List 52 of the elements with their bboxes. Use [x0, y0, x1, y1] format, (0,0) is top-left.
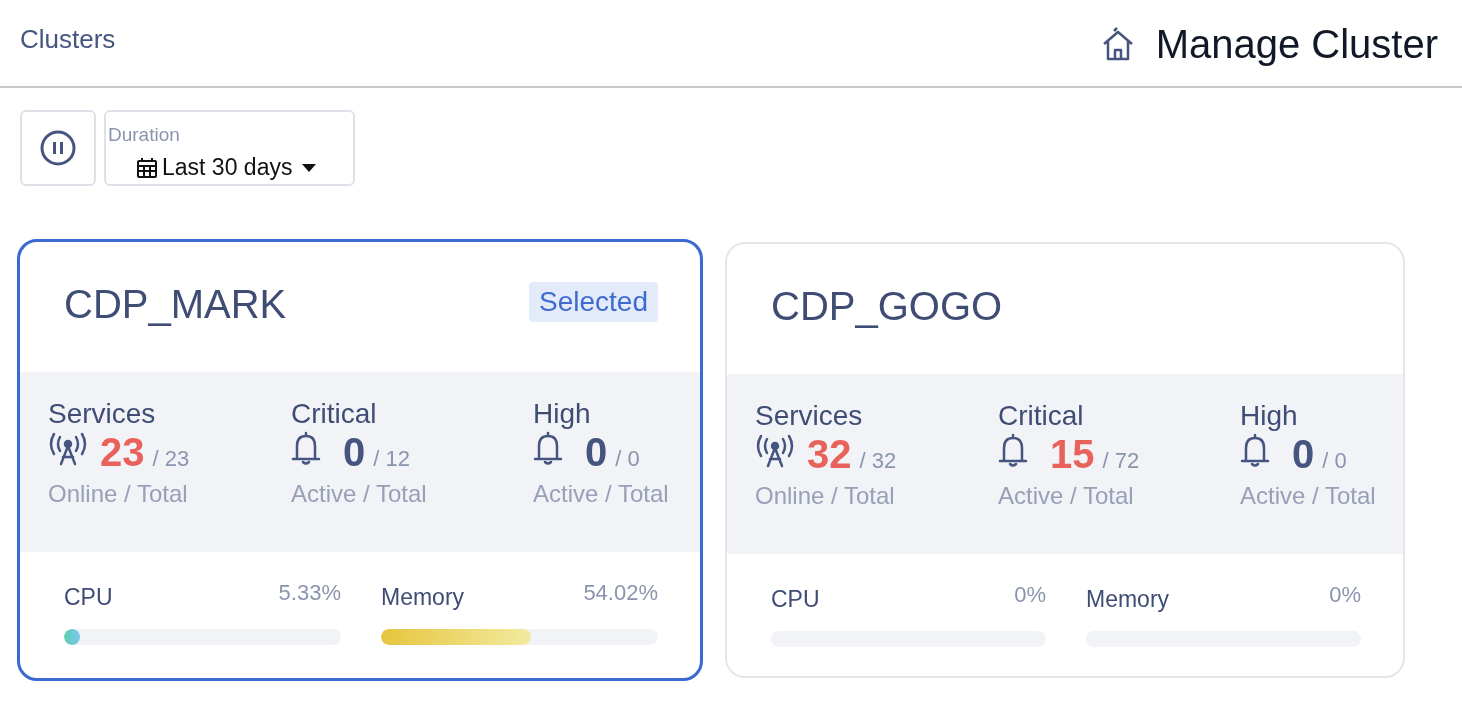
bell-icon — [533, 430, 563, 466]
stat-value: 15 — [1050, 432, 1095, 477]
stat-value: 0 — [343, 430, 366, 475]
stat-caption: Online / Total — [48, 480, 189, 508]
resource-label: Memory — [381, 584, 465, 611]
stat-label: Critical — [998, 400, 1085, 432]
stat-caption: Active / Total — [291, 480, 428, 508]
cluster-name: CDP_MARK — [64, 282, 287, 327]
stat-caption: Online / Total — [755, 482, 896, 510]
resource-reading: 54.02% — [583, 580, 658, 606]
bell-icon — [1240, 432, 1270, 468]
pause-button[interactable] — [20, 110, 96, 186]
stat-label: High — [533, 398, 592, 430]
stat-label: Services — [48, 398, 157, 430]
antenna-icon — [48, 432, 88, 466]
stat-caption: Active / Total — [998, 482, 1135, 510]
stat-caption: Active / Total — [1240, 482, 1377, 510]
antenna-icon — [755, 434, 795, 468]
stat-value: 32 — [807, 432, 852, 477]
cluster-card[interactable]: CDP_MARK Selected Services 23 / 23 Online / Total Critical 0 / 12 Active / Total High 0 / 0 Active / Total CPU 5.33% Memory 54.02% — [17, 239, 703, 681]
stat-label: Critical — [291, 398, 378, 430]
stat-label: High — [1240, 400, 1299, 432]
selected-badge: Selected — [529, 282, 658, 322]
stat-total: / 72 — [1102, 448, 1140, 474]
cluster-card[interactable]: CDP_GOGO Services 32 / 32 Online / Total Critical 15 / 72 Active / Total High 0 / 0 Active / Total CPU 0% Memory 0% — [725, 242, 1405, 678]
resource-reading: 0% — [1014, 582, 1046, 608]
resource-label: CPU — [771, 586, 820, 613]
stat-value: 0 — [1292, 432, 1315, 477]
stat-total: / 0 — [1322, 448, 1347, 474]
pause-icon — [39, 129, 77, 167]
resource-reading: 5.33% — [278, 580, 341, 606]
stat-caption: Active / Total — [533, 480, 670, 508]
bell-icon — [998, 432, 1028, 468]
duration-dropdown[interactable]: Duration Last 30 days — [104, 110, 355, 186]
page-title: Manage Cluster — [1155, 22, 1438, 67]
caret-icon — [302, 163, 317, 172]
stat-value: 23 — [100, 430, 145, 475]
stat-value: 0 — [585, 430, 608, 475]
duration-label: Duration — [108, 124, 180, 146]
resource-label: CPU — [64, 584, 113, 611]
calendar-icon — [136, 156, 158, 179]
cluster-name: CDP_GOGO — [771, 284, 1003, 329]
stat-label: Services — [755, 400, 864, 432]
stat-total: / 32 — [859, 448, 897, 474]
stat-total: / 23 — [152, 446, 190, 472]
duration-value: Last 30 days — [162, 154, 293, 181]
resource-reading: 0% — [1329, 582, 1361, 608]
resource-label: Memory — [1086, 586, 1170, 613]
stat-total: / 12 — [373, 446, 410, 472]
stat-total: / 0 — [615, 446, 640, 472]
breadcrumb[interactable]: Clusters — [20, 24, 116, 55]
bell-icon — [291, 430, 321, 466]
